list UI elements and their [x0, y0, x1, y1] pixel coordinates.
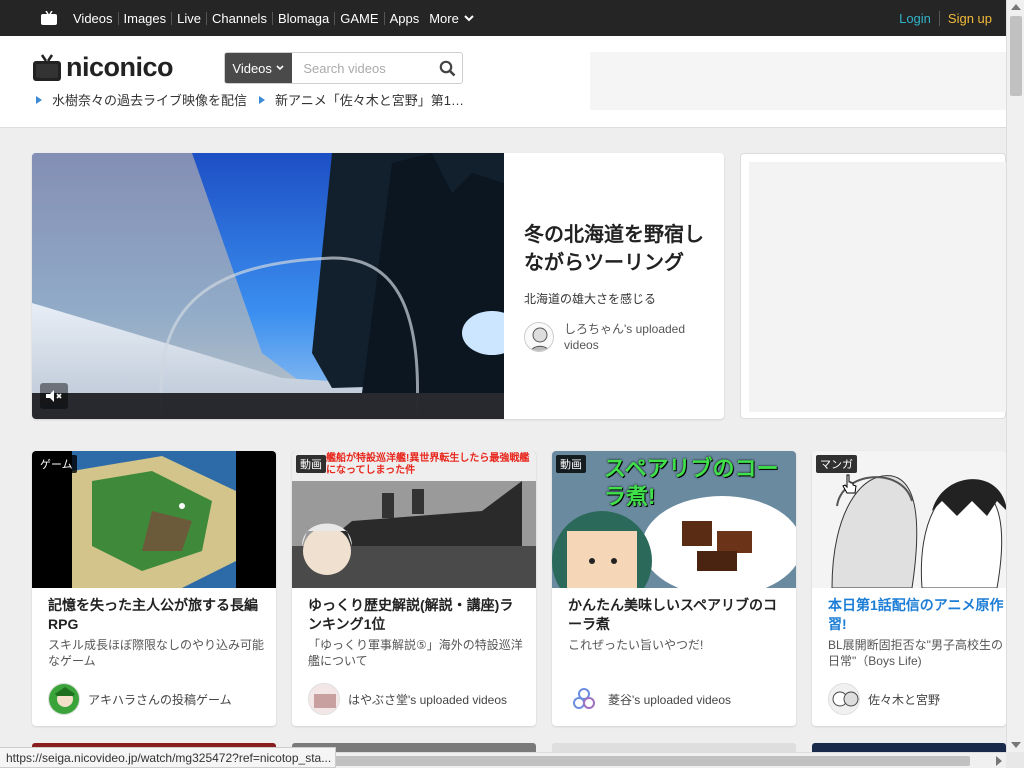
ad-placeholder	[749, 162, 1007, 412]
scroll-up-arrow-icon[interactable]	[1011, 4, 1021, 10]
card-thumbnail: 動画 艦船が特設巡洋艦!異世界転生したら最強戦艦になってしまった件	[292, 451, 536, 588]
nav-more-label: More	[429, 10, 459, 26]
search-input[interactable]	[292, 53, 433, 83]
card-description: 「ゆっくり軍事解説⑤」海外の特設巡洋艦について	[308, 638, 523, 668]
niconico-logo[interactable]: niconico	[32, 52, 174, 83]
site-header: niconico Videos	[0, 36, 1006, 128]
mouse-pointer-icon	[842, 474, 858, 501]
avatar	[568, 683, 600, 715]
card-title[interactable]: かんたん美味しいスペアリブのコーラ煮	[568, 596, 784, 634]
featured-video-card[interactable]: 冬の北海道を野宿しながらツーリング 北海道の雄大さを感じる しろちゃん's up…	[32, 153, 724, 419]
featured-video-subtitle: 北海道の雄大さを感じる	[524, 292, 657, 306]
category-badge: ゲーム	[36, 455, 77, 473]
global-nav-bar: Videos Images Live Channels Blomaga GAME…	[0, 0, 1006, 36]
triangle-right-icon	[259, 95, 266, 104]
category-badge: 動画	[296, 455, 326, 473]
card-thumbnail: 動画 スペアリブのコーラ煮!	[552, 451, 796, 588]
list-item[interactable]: 動画 艦船が特設巡洋艦!異世界転生したら最強戦艦になってしまった件 ゆっくり歴史…	[292, 451, 536, 726]
nav-channels[interactable]: Channels	[207, 11, 273, 25]
avatar	[48, 683, 80, 715]
card-description: これぜったい旨いやつだ!	[568, 638, 704, 652]
owner-name: しろちゃん's uploaded videos	[564, 322, 686, 352]
nav-more-button[interactable]: More	[424, 11, 480, 26]
card-owner[interactable]: はやぶさ堂's uploaded videos	[308, 683, 507, 715]
card-title[interactable]: ゆっくり歴史解説(解説・講座)ランキング1位	[308, 596, 524, 634]
mute-button[interactable]	[40, 383, 68, 409]
nav-game[interactable]: GAME	[335, 11, 385, 25]
card-title[interactable]: 記憶を失った主人公が旅する長編RPG	[48, 596, 264, 634]
featured-video-owner[interactable]: しろちゃん's uploaded videos	[524, 321, 714, 353]
card-description: スキル成長ほぼ際限なしのやり込み可能なゲーム	[48, 638, 265, 668]
owner-name: アキハラさんの投稿ゲーム	[88, 692, 232, 707]
category-badge: 動画	[556, 455, 586, 473]
avatar	[828, 683, 860, 715]
list-item[interactable]: ゲーム 記憶を失った主人公が旅する長編RPG スキル成長ほぼ際限なしのやり込み可…	[32, 451, 276, 726]
nav-blomaga[interactable]: Blomaga	[273, 11, 336, 25]
category-badge: マンガ	[816, 455, 857, 473]
card-thumbnail: マンガ	[812, 451, 1006, 588]
scrollbar-thumb[interactable]	[330, 756, 970, 766]
owner-name: 佐々木と宮野	[868, 692, 941, 707]
triangle-right-icon	[36, 95, 42, 104]
avatar	[524, 322, 554, 352]
list-item[interactable]: 動画 スペアリブのコーラ煮! かんたん美味しいスペアリブのコーラ煮 これぜったい…	[552, 451, 796, 726]
news-item[interactable]: 水樹奈々の過去ライブ映像を配信	[36, 90, 247, 109]
nav-images[interactable]: Images	[119, 11, 173, 25]
featured-video-info: 冬の北海道を野宿しながらツーリング 北海道の雄大さを感じる しろちゃん's up…	[524, 221, 714, 353]
scroll-right-arrow-icon[interactable]	[996, 756, 1002, 766]
login-link[interactable]: Login	[891, 10, 940, 26]
speaker-muted-icon	[46, 390, 62, 402]
scrollbar-corner	[1006, 752, 1024, 768]
signup-link[interactable]: Sign up	[940, 11, 992, 26]
niconico-tv-icon[interactable]	[40, 10, 60, 26]
account-links: Login Sign up	[891, 0, 992, 36]
featured-video-title[interactable]: 冬の北海道を野宿しながらツーリング	[524, 221, 714, 277]
thumbnail-caption: 艦船が特設巡洋艦!異世界転生したら最強戦艦になってしまった件	[326, 453, 530, 476]
search-category-select[interactable]: Videos	[225, 53, 293, 83]
owner-name: 菱谷's uploaded videos	[608, 692, 732, 707]
thumbnail-caption: スペアリブのコーラ煮!	[604, 456, 779, 509]
niconico-tv-logo-icon	[33, 53, 61, 81]
vertical-scrollbar[interactable]	[1006, 0, 1024, 752]
scroll-down-arrow-icon[interactable]	[1011, 742, 1021, 748]
card-thumbnail: ゲーム	[32, 451, 276, 588]
service-nav: Videos Images Live Channels Blomaga GAME…	[68, 11, 425, 25]
news-item[interactable]: 新アニメ「佐々木と宮野」第1…	[259, 90, 464, 109]
card-owner[interactable]: 菱谷's uploaded videos	[568, 683, 731, 715]
chevron-down-icon	[464, 15, 474, 22]
search-icon	[439, 60, 456, 76]
card-title[interactable]: 本日第1話配信のアニメ原作習!	[828, 596, 1006, 634]
nav-videos[interactable]: Videos	[68, 11, 119, 25]
search-box: Videos	[224, 52, 463, 84]
card-description: BL展開断固拒否な"男子高校生の日常"（Boys Life)	[828, 638, 1003, 668]
card-owner[interactable]: 佐々木と宮野	[828, 683, 940, 715]
link-status-bar: https://seiga.nicovideo.jp/watch/mg32547…	[0, 747, 336, 768]
header-banner-area	[590, 52, 1006, 110]
owner-name: はやぶさ堂's uploaded videos	[348, 692, 508, 707]
news-item-text: 新アニメ「佐々木と宮野」第1…	[275, 93, 464, 108]
chevron-down-icon	[276, 65, 284, 71]
news-item-text: 水樹奈々の過去ライブ映像を配信	[52, 93, 248, 108]
avatar	[308, 683, 340, 715]
scrollbar-thumb[interactable]	[1010, 16, 1022, 96]
logo-wordmark: niconico	[66, 52, 174, 82]
news-ticker: 水樹奈々の過去ライブ映像を配信 新アニメ「佐々木と宮野」第1…	[36, 90, 476, 109]
nav-apps[interactable]: Apps	[385, 12, 425, 25]
ad-slot	[740, 153, 1007, 419]
search-button[interactable]	[432, 53, 462, 83]
nav-live[interactable]: Live	[172, 11, 208, 25]
featured-video-player[interactable]	[32, 153, 522, 419]
search-category-label: Videos	[232, 60, 272, 76]
card-owner[interactable]: アキハラさんの投稿ゲーム	[48, 683, 232, 715]
